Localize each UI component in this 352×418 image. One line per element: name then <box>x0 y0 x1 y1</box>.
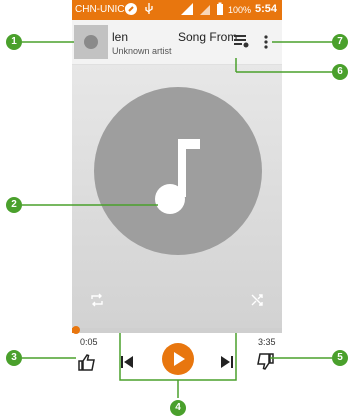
shuffle-icon[interactable] <box>250 293 264 307</box>
usb-icon <box>145 3 153 14</box>
album-art-thumbnail[interactable] <box>74 25 108 59</box>
skip-next-icon[interactable] <box>220 355 234 369</box>
music-player-screen: CHN-UNICO 100% 5:54 len Song From A Unkn… <box>72 0 282 400</box>
status-bar: CHN-UNICO 100% 5:54 <box>72 0 282 20</box>
notification-icon <box>125 3 137 15</box>
callout-3: 3 <box>6 350 22 366</box>
clock: 5:54 <box>255 3 278 15</box>
music-note-icon <box>155 139 200 214</box>
music-disc-icon <box>84 35 98 49</box>
callout-4: 4 <box>170 400 186 416</box>
callout-7: 7 <box>332 34 348 50</box>
callout-6: 6 <box>332 64 348 80</box>
song-title: Song From A <box>178 30 240 44</box>
more-vert-icon[interactable] <box>262 34 270 50</box>
battery-percent: 100% <box>228 5 252 15</box>
now-playing-header: len Song From A Unknown artist <box>72 20 282 65</box>
elapsed-time: 0:05 <box>80 337 98 347</box>
callout-5: 5 <box>332 350 348 366</box>
queue-list-icon[interactable] <box>234 34 250 48</box>
seek-bar[interactable] <box>72 326 282 334</box>
callout-2: 2 <box>6 197 22 213</box>
signal-icon <box>181 3 193 15</box>
signal-strength-icon <box>200 5 210 15</box>
artist-name: Unknown artist <box>112 46 172 56</box>
thumbs-down-icon[interactable] <box>256 353 274 371</box>
skip-previous-icon[interactable] <box>120 355 134 369</box>
thumbs-up-icon[interactable] <box>78 353 96 371</box>
play-button[interactable] <box>161 342 195 376</box>
seek-bar-thumb[interactable] <box>72 326 81 334</box>
callout-1: 1 <box>6 34 22 50</box>
song-title-fragment: len <box>112 30 129 44</box>
total-time: 3:35 <box>258 337 276 347</box>
repeat-icon[interactable] <box>90 293 104 307</box>
album-art <box>72 65 282 329</box>
battery-icon <box>217 2 223 15</box>
